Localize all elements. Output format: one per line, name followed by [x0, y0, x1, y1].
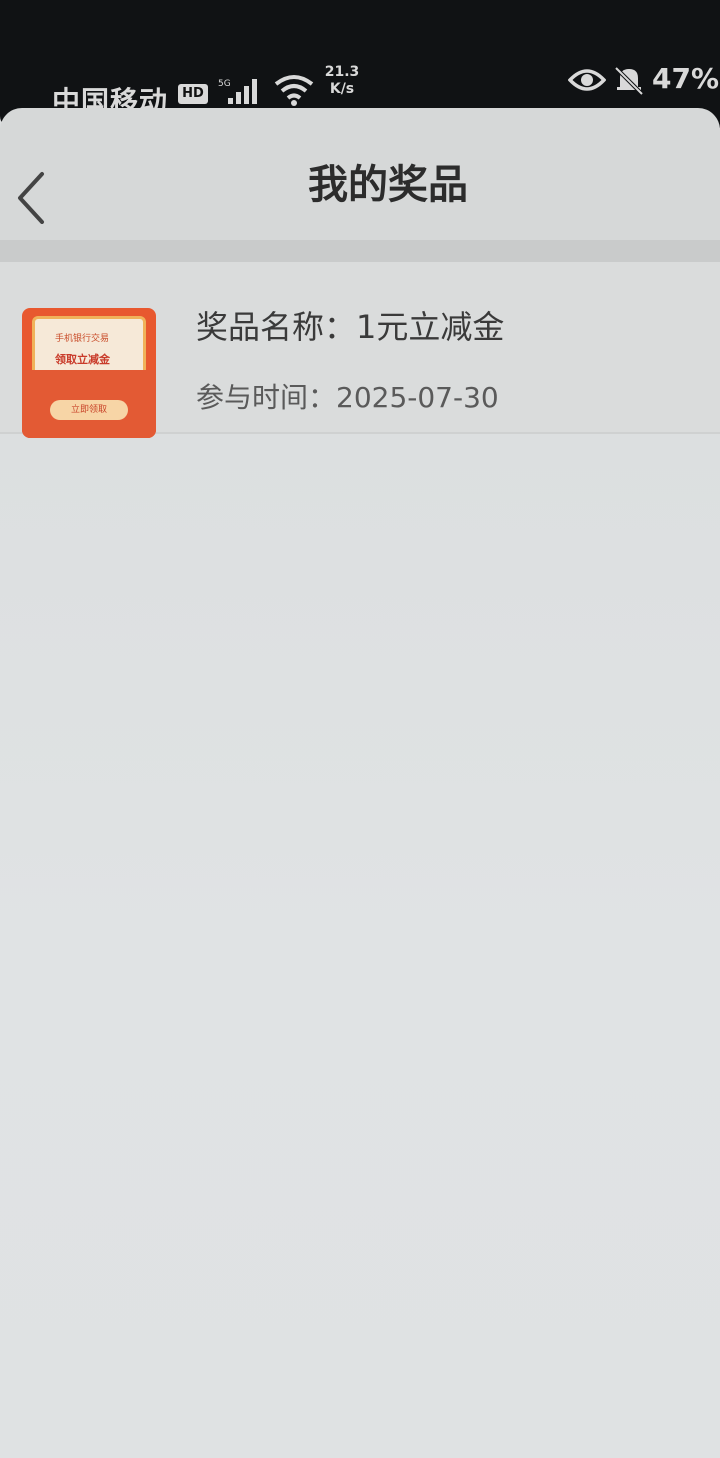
- thumb-line2: 领取立减金: [55, 353, 110, 366]
- nav-bar: 我的奖品: [0, 128, 720, 240]
- prize-list-item[interactable]: 手机银行交易 领取立减金 立即领取 奖品名称：1元立减金 参与时间：2025-0…: [0, 262, 720, 438]
- mute-bell-icon: [614, 66, 644, 96]
- signal-icon: 5G: [218, 79, 257, 104]
- net-speed-value: 21.3: [324, 64, 360, 80]
- battery-percent: 47%: [652, 62, 720, 95]
- net-speed: 21.3 K/s: [320, 64, 364, 98]
- content-area: [0, 434, 720, 1458]
- net-speed-unit: K/s: [329, 81, 355, 97]
- carrier-label: 中国移动: [52, 85, 169, 118]
- page-title: 我的奖品: [308, 162, 468, 208]
- prize-name: 奖品名称：1元立减金: [196, 308, 505, 346]
- wifi-icon: [274, 75, 314, 106]
- page-title-wrap: 我的奖品: [0, 152, 720, 210]
- eye-icon: [568, 69, 606, 91]
- svg-text:5G: 5G: [218, 79, 231, 89]
- prize-thumbnail: 手机银行交易 领取立减金 立即领取: [22, 308, 156, 438]
- section-divider: [0, 240, 720, 262]
- hd-badge: HD: [178, 84, 208, 104]
- thumb-button: 立即领取: [50, 400, 128, 420]
- prize-time: 参与时间：2025-07-30: [196, 381, 499, 414]
- thumb-line1: 手机银行交易: [55, 334, 110, 344]
- status-bar: 中国移动 HD 5G 21.3 K/s 47%: [0, 0, 720, 130]
